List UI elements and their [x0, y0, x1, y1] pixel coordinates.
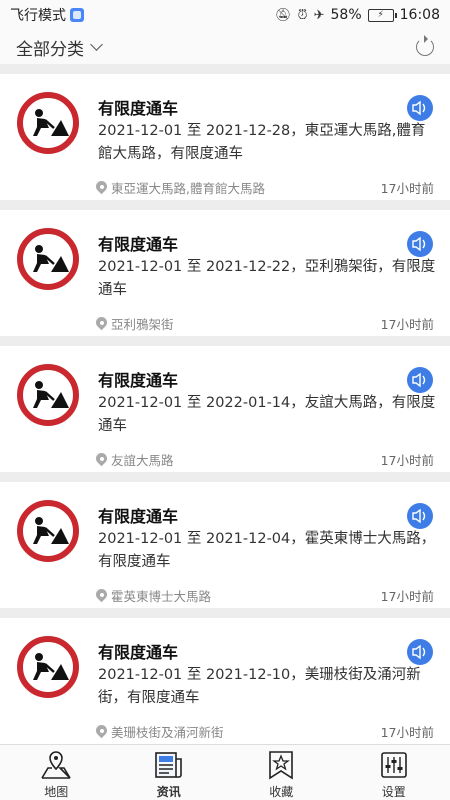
card-title: 有限度通车	[98, 99, 179, 118]
speaker-icon[interactable]	[407, 503, 433, 529]
speaker-icon[interactable]	[407, 231, 433, 257]
card-time: 17小时前	[380, 589, 434, 604]
card-title: 有限度通车	[98, 507, 179, 526]
nav-label: 收藏	[269, 785, 294, 799]
category-filter-label[interactable]: 全部分类	[16, 35, 84, 60]
list-item[interactable]: 有限度通车 2021-12-01 至 2021-12-28，東亞運大馬路,體育館…	[0, 74, 450, 200]
card-time: 17小时前	[380, 453, 434, 468]
nav-label: 设置	[381, 785, 406, 799]
card-title: 有限度通车	[98, 643, 179, 662]
road-work-sign-icon	[17, 228, 79, 290]
speaker-icon[interactable]	[407, 639, 433, 665]
card-description: 2021-12-01 至 2021-12-10，美珊枝街及涌河新街，有限度通车	[98, 667, 421, 706]
list-item[interactable]: 有限度通车 2021-12-01 至 2021-12-10，美珊枝街及涌河新街，…	[0, 618, 450, 744]
battery-percent: 58%	[330, 7, 362, 23]
location-pin-icon	[96, 589, 107, 602]
card-time: 17小时前	[380, 181, 434, 196]
bookmark-star-icon	[265, 750, 297, 780]
bottom-nav: 地图 资讯 收藏 设置	[0, 744, 450, 800]
filter-bar: 全部分类	[0, 30, 450, 64]
chevron-down-icon[interactable]	[90, 37, 103, 51]
nav-item-favorites[interactable]: 收藏	[225, 745, 338, 800]
map-icon	[40, 750, 72, 780]
nav-item-settings[interactable]: 设置	[338, 745, 450, 800]
road-work-sign-icon	[17, 636, 79, 698]
location-text: 友誼大馬路	[111, 453, 174, 468]
location-text: 東亞運大馬路,體育館大馬路	[111, 181, 265, 196]
list-item[interactable]: 有限度通车 2021-12-01 至 2022-01-14，友誼大馬路，有限度通…	[0, 346, 450, 472]
nav-item-news[interactable]: 资讯	[113, 745, 226, 800]
alarm-icon: ⏰︎	[297, 7, 308, 23]
list-item[interactable]: 有限度通车 2021-12-01 至 2021-12-04，霍英東博士大馬路，有…	[0, 482, 450, 608]
location-text: 霍英東博士大馬路	[111, 589, 212, 604]
nav-label: 资讯	[156, 785, 181, 799]
speaker-icon[interactable]	[407, 367, 433, 393]
card-time: 17小时前	[380, 725, 434, 740]
mute-icon: 🔕︎	[274, 7, 292, 23]
speaker-icon[interactable]	[407, 95, 433, 121]
status-bar: 飞行模式 🔕︎ ⏰︎ ✈ 58% ⚡ 16:08	[0, 0, 450, 30]
nav-item-map[interactable]: 地图	[0, 745, 113, 800]
clock: 16:08	[399, 7, 440, 23]
location-text: 亞利鴉架街	[111, 317, 174, 332]
airplane-mode-label: 飞行模式	[10, 8, 66, 24]
card-description: 2021-12-01 至 2021-12-28，東亞運大馬路,體育館大馬路，有限…	[98, 123, 426, 162]
settings-sliders-icon	[378, 750, 410, 780]
road-work-sign-icon	[17, 92, 79, 154]
card-time: 17小时前	[380, 317, 434, 332]
card-description: 2021-12-01 至 2022-01-14，友誼大馬路，有限度通车	[98, 395, 436, 434]
battery-icon: ⚡	[367, 8, 397, 22]
shield-icon	[70, 8, 84, 22]
airplane-icon: ✈	[313, 7, 325, 23]
road-work-sign-icon	[17, 500, 79, 562]
list-item[interactable]: 有限度通车 2021-12-01 至 2021-12-22，亞利鴉架街，有限度通…	[0, 210, 450, 336]
card-location: 亞利鴉架街	[96, 314, 174, 333]
card-location: 東亞運大馬路,體育館大馬路	[96, 178, 265, 197]
location-pin-icon	[96, 181, 107, 194]
location-pin-icon	[96, 453, 107, 466]
card-description: 2021-12-01 至 2021-12-22，亞利鴉架街，有限度通车	[98, 259, 436, 298]
card-location: 美珊枝街及涌河新街	[96, 722, 224, 741]
location-pin-icon	[96, 725, 107, 738]
card-title: 有限度通车	[98, 371, 179, 390]
card-location: 霍英東博士大馬路	[96, 586, 211, 605]
news-icon	[153, 750, 185, 780]
location-text: 美珊枝街及涌河新街	[111, 725, 224, 740]
nav-label: 地图	[44, 785, 69, 799]
card-title: 有限度通车	[98, 235, 179, 254]
road-work-sign-icon	[17, 364, 79, 426]
card-description: 2021-12-01 至 2021-12-04，霍英東博士大馬路，有限度通车	[98, 531, 436, 570]
location-pin-icon	[96, 317, 107, 330]
refresh-icon[interactable]	[416, 35, 434, 56]
card-location: 友誼大馬路	[96, 450, 174, 469]
